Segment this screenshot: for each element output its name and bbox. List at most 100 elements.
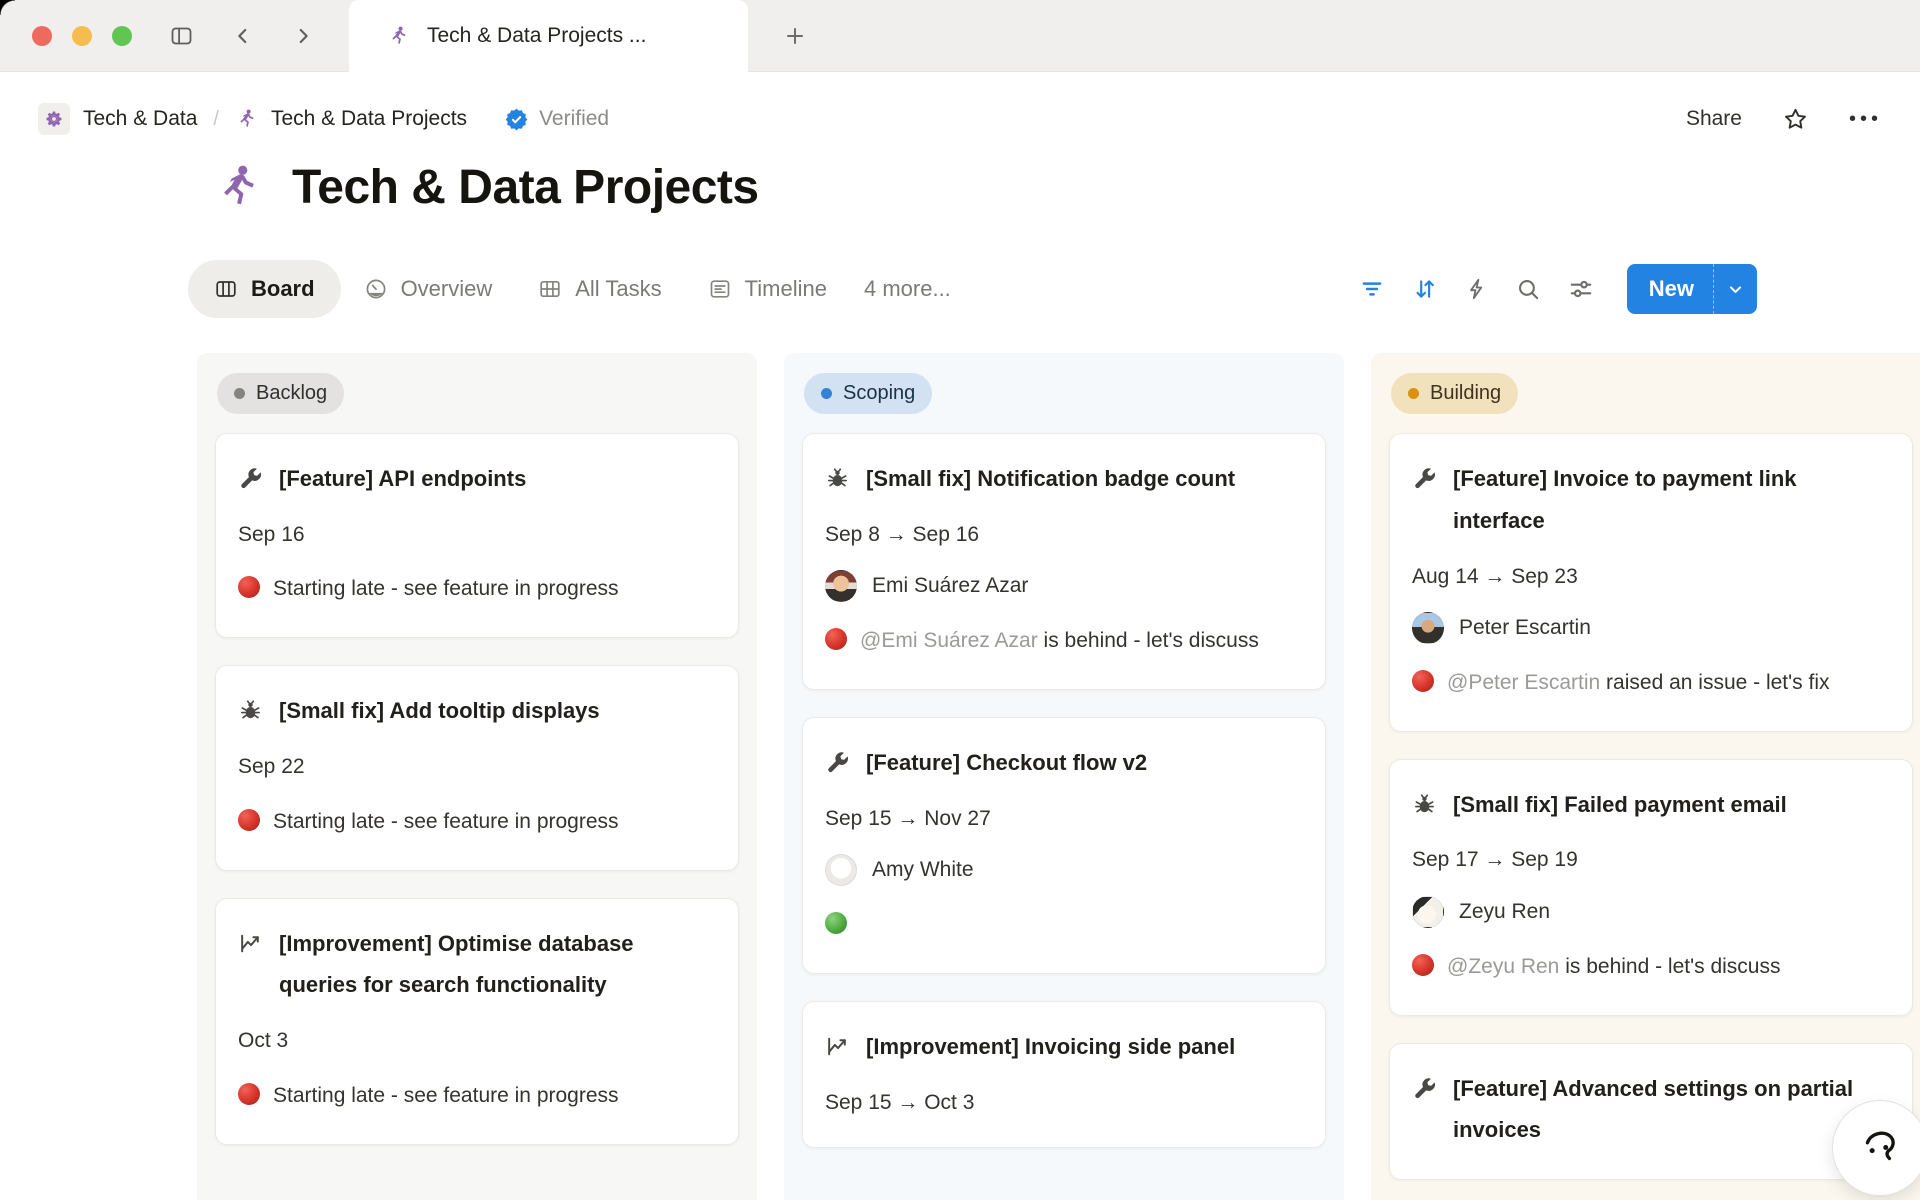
search-icon[interactable] (1516, 277, 1541, 302)
assignee-name: Peter Escartin (1459, 611, 1591, 645)
red-circle-emoji (238, 1083, 260, 1105)
green-circle-emoji (825, 912, 847, 934)
wrench-icon (238, 466, 263, 491)
browser-tab[interactable]: Tech & Data Projects ... (349, 0, 748, 72)
new-button-label[interactable]: New (1627, 264, 1713, 314)
column-label: Building (1430, 382, 1501, 405)
new-button[interactable]: New (1627, 264, 1757, 314)
forward-icon[interactable] (288, 22, 318, 50)
red-circle-emoji (1412, 954, 1434, 976)
status-text: Starting late - see feature in progress (273, 1084, 619, 1107)
page-header: Tech & Data / Tech & Data Projects Verif… (0, 72, 1920, 166)
card-title: [Improvement] Invoicing side panel (866, 1026, 1235, 1068)
status-dot-icon (1408, 388, 1419, 399)
page-runner-icon (212, 162, 264, 214)
column-scoping: Scoping [Small fix] Notification badge c… (784, 353, 1344, 1200)
verified-label: Verified (539, 107, 609, 131)
card-api-endpoints[interactable]: [Feature] API endpoints Sep 16 Starting … (215, 433, 739, 638)
assignee-name: Emi Suárez Azar (872, 569, 1028, 603)
red-circle-emoji (1412, 670, 1434, 692)
card-date: Oct 3 (238, 1024, 714, 1058)
breadcrumb: Tech & Data / Tech & Data Projects Verif… (38, 103, 609, 135)
wrench-icon (825, 750, 850, 775)
tab-overview[interactable]: Overview (341, 260, 516, 318)
avatar (1412, 896, 1444, 928)
window-close-button[interactable] (32, 26, 52, 46)
wrench-icon (1412, 1076, 1437, 1101)
column-backlog: Backlog [Feature] API endpoints Sep 16 S… (197, 353, 757, 1200)
card-invoicing-side-panel[interactable]: [Improvement] Invoicing side panel Sep 1… (802, 1001, 1326, 1148)
card-notification-badge-count[interactable]: [Small fix] Notification badge count Sep… (802, 433, 1326, 690)
window-minimize-button[interactable] (72, 26, 92, 46)
favorite-star-icon[interactable] (1782, 106, 1809, 133)
card-title: [Feature] API endpoints (279, 458, 526, 500)
card-assignee: Emi Suárez Azar (825, 569, 1301, 603)
card-title: [Small fix] Failed payment email (1453, 784, 1787, 826)
automation-lightning-icon[interactable] (1465, 277, 1489, 301)
card-failed-payment-email[interactable]: [Small fix] Failed payment email Sep 17 … (1389, 759, 1913, 1016)
new-tab-plus-icon[interactable] (780, 22, 810, 50)
notion-ai-face-icon (1857, 1125, 1903, 1171)
status-dot-icon (234, 388, 245, 399)
sort-icon[interactable] (1412, 276, 1438, 302)
avatar (1412, 612, 1444, 644)
card-assignee: Peter Escartin (1412, 611, 1888, 645)
workspace-gear-icon[interactable] (38, 103, 70, 135)
card-status: Starting late - see feature in progress (238, 802, 714, 842)
tab-overview-label: Overview (401, 276, 493, 302)
more-options-icon[interactable]: ••• (1849, 108, 1882, 131)
breadcrumb-page[interactable]: Tech & Data Projects (271, 107, 467, 131)
view-tabs-bar: Board Overview All Tasks T (188, 258, 1757, 320)
red-circle-emoji (238, 576, 260, 598)
filter-icon[interactable] (1359, 276, 1385, 302)
assignee-name: Zeyu Ren (1459, 895, 1550, 929)
card-invoice-to-payment-link[interactable]: [Feature] Invoice to payment link interf… (1389, 433, 1913, 732)
column-label: Scoping (843, 382, 915, 405)
column-building: Building [Feature] Invoice to payment li… (1371, 353, 1920, 1200)
tab-timeline[interactable]: Timeline (685, 260, 850, 318)
status-text: raised an issue - let's fix (1600, 671, 1829, 694)
card-title: [Feature] Checkout flow v2 (866, 742, 1147, 784)
gauge-icon (364, 277, 388, 301)
status-mention: @Emi Suárez Azar (860, 629, 1038, 652)
kanban-board: Backlog [Feature] API endpoints Sep 16 S… (0, 353, 1920, 1200)
more-views-button[interactable]: 4 more... (850, 276, 965, 302)
sidebar-toggle-icon[interactable] (166, 22, 196, 50)
window-zoom-button[interactable] (112, 26, 132, 46)
card-title: [Improvement] Optimise database queries … (279, 923, 714, 1007)
chevron-down-icon[interactable] (1713, 264, 1757, 314)
card-assignee: Zeyu Ren (1412, 895, 1888, 929)
status-text: Starting late - see feature in progress (273, 810, 619, 833)
assignee-name: Amy White (872, 853, 974, 887)
share-button[interactable]: Share (1686, 107, 1742, 131)
wrench-icon (1412, 466, 1437, 491)
card-date: Sep 16 (238, 518, 714, 552)
bug-icon (238, 698, 263, 723)
card-date: Sep 15 → Oct 3 (825, 1086, 1301, 1120)
verified-badge[interactable]: Verified (504, 107, 609, 132)
tab-all-tasks[interactable]: All Tasks (515, 260, 684, 318)
status-text: Starting late - see feature in progress (273, 577, 619, 600)
column-header-building[interactable]: Building (1391, 373, 1518, 414)
bug-icon (825, 466, 850, 491)
status-text: is behind - let's discuss (1559, 955, 1780, 978)
window-chrome: Tech & Data Projects ... (0, 0, 1920, 72)
view-settings-sliders-icon[interactable] (1568, 276, 1594, 302)
verified-seal-icon (504, 107, 529, 132)
tab-board[interactable]: Board (188, 260, 341, 318)
card-date: Aug 14 → Sep 23 (1412, 560, 1888, 594)
runner-icon (387, 25, 410, 48)
back-icon[interactable] (228, 22, 258, 50)
breadcrumb-workspace[interactable]: Tech & Data (83, 107, 197, 131)
tab-all-tasks-label: All Tasks (575, 276, 661, 302)
notion-ai-button[interactable] (1832, 1100, 1920, 1196)
card-date: Sep 15 → Nov 27 (825, 802, 1301, 836)
column-header-scoping[interactable]: Scoping (804, 373, 932, 414)
chart-icon (825, 1034, 850, 1059)
card-title: [Feature] Advanced settings on partial i… (1453, 1068, 1888, 1152)
card-optimise-database-queries[interactable]: [Improvement] Optimise database queries … (215, 898, 739, 1145)
card-checkout-flow-v2[interactable]: [Feature] Checkout flow v2 Sep 15 → Nov … (802, 717, 1326, 974)
card-add-tooltip-displays[interactable]: [Small fix] Add tooltip displays Sep 22 … (215, 665, 739, 870)
column-header-backlog[interactable]: Backlog (217, 373, 344, 414)
page-title[interactable]: Tech & Data Projects (292, 160, 759, 215)
